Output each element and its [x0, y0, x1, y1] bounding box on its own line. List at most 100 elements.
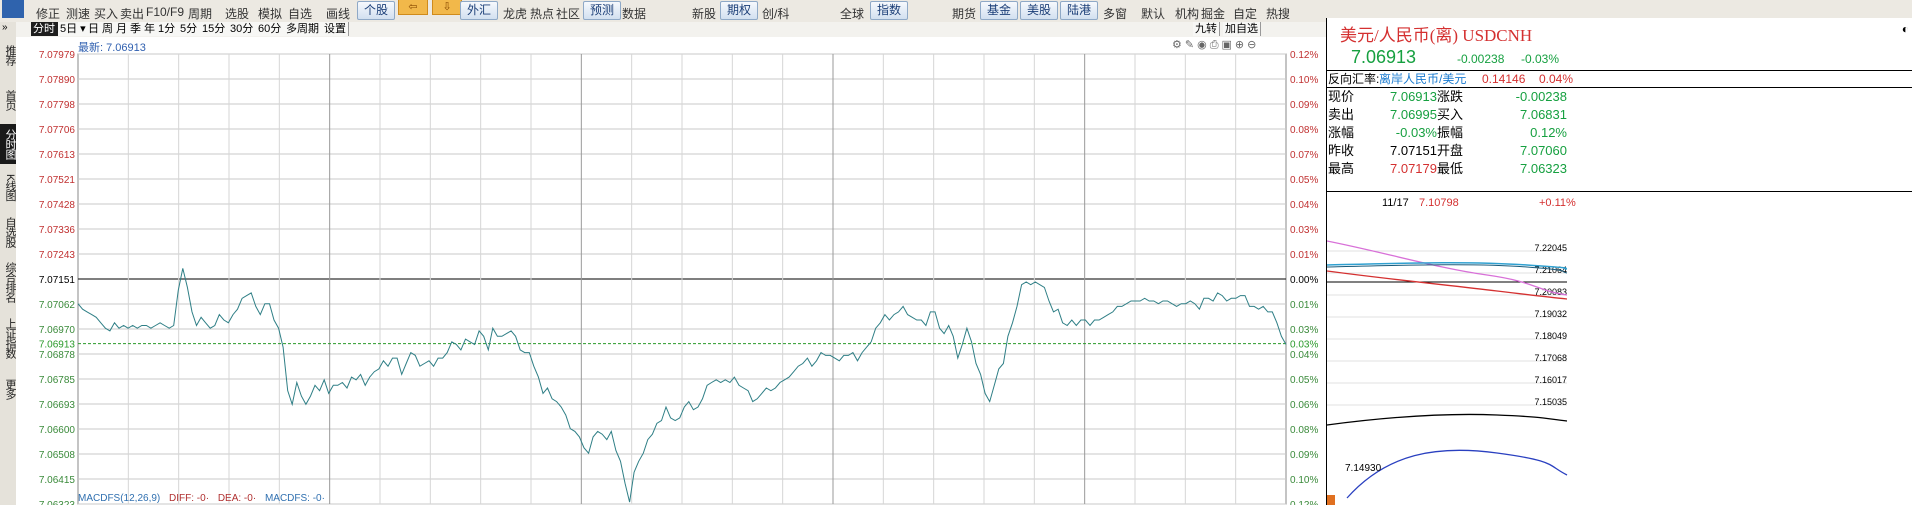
toolbar-item-22[interactable]: 自定 — [1233, 5, 1257, 22]
toolbar-item-23[interactable]: 热搜 — [1266, 5, 1290, 22]
reverse-rate-pair[interactable]: 离岸人民币/美元 — [1379, 71, 1466, 87]
draw-icon[interactable]: ✎ — [1185, 39, 1197, 51]
tab-1[interactable]: 5日 ▾ — [58, 22, 87, 36]
tab-right-1[interactable]: 加自选 — [1223, 22, 1261, 36]
quote-label: 昨收 — [1328, 143, 1355, 158]
leftnav-item-5[interactable]: 综合排名 — [0, 257, 16, 307]
toolbar-button-2[interactable]: 预测 — [583, 1, 622, 20]
y-pct-tick-label: 0.12% — [1290, 50, 1318, 61]
eye-icon[interactable]: ◉ — [1197, 39, 1210, 51]
down-arrow-icon[interactable]: ⇩ — [432, 0, 462, 15]
tab-right-0[interactable]: 九转 — [1193, 22, 1220, 36]
panel-toggle-icon[interactable]: ◐ — [1902, 22, 1909, 36]
leftnav-item-1[interactable]: 首页 — [0, 86, 16, 114]
current-price-tick: 7.06913 — [39, 340, 76, 351]
toolbar-item-14[interactable]: 新股 — [692, 5, 716, 22]
leftnav-item-2[interactable]: 分时图 — [0, 124, 16, 164]
leftnav-item-0[interactable]: 推荐 — [0, 36, 16, 74]
tab-5[interactable]: 季 — [128, 22, 143, 36]
toolbar-item-5[interactable]: 周期 — [188, 5, 212, 22]
quote-value: 7.07179 — [1390, 161, 1437, 176]
toolbar-item-4[interactable]: F10/F9 — [146, 5, 184, 19]
leftnav-item-7[interactable]: 更多 — [0, 374, 16, 404]
toolbar-item-8[interactable]: 自选 — [288, 5, 312, 22]
toolbar-item-6[interactable]: 选股 — [225, 5, 249, 22]
y-tick-label: 7.07613 — [39, 150, 76, 161]
current-pct-tick: 0.03% — [1290, 340, 1318, 351]
y-pct-tick-label: 0.00% — [1290, 275, 1318, 286]
intraday-chart: 7.07979 0.12% 7.07890 0.10% 7.07798 0.09% 7.07… — [39, 50, 1319, 505]
toolbar-item-10[interactable]: 龙虎 — [503, 5, 527, 22]
toolbar-item-3[interactable]: 卖出 — [120, 5, 144, 22]
macd-indicator-header: MACDFS(12,26,9) DIFF: -0· DEA: -0· MACDF… — [78, 493, 331, 504]
toolbar-button-5[interactable]: 基金 — [980, 1, 1019, 20]
toolbar-item-2[interactable]: 买入 — [94, 5, 118, 22]
quote-row: 昨收 7.07151 开盘 7.07060 — [1327, 142, 1912, 160]
y-tick-label: 7.07706 — [39, 125, 76, 136]
tab-10[interactable]: 30分 — [228, 22, 257, 36]
toolbar-button-1[interactable]: 外汇 — [460, 1, 499, 20]
tab-3[interactable]: 周 — [100, 22, 115, 36]
tab-6[interactable]: 年 — [142, 22, 157, 36]
current-price: 7.06913 — [1351, 47, 1417, 67]
back-arrow-icon[interactable]: ⇦ — [398, 0, 428, 15]
toolbar-item-19[interactable]: 默认 — [1141, 5, 1165, 22]
tab-7[interactable]: 1分 — [156, 22, 179, 36]
toolbar-item-13[interactable]: 数据 — [622, 5, 646, 22]
tab-9[interactable]: 15分 — [200, 22, 229, 36]
chart-tools[interactable]: ⚙✎◉⎙▣⊕⊖ — [1172, 38, 1259, 52]
quote-value: 7.06323 — [1520, 161, 1567, 176]
tab-8[interactable]: 5分 — [178, 22, 201, 36]
toolbar-item-11[interactable]: 热点 — [530, 5, 554, 22]
quote-label: 开盘 — [1437, 143, 1464, 158]
tab-0[interactable]: 分时 — [31, 22, 59, 36]
tab-2[interactable]: 日 — [86, 22, 101, 36]
app-logo-icon[interactable] — [2, 0, 24, 18]
y-pct-tick-label: 0.08% — [1290, 425, 1318, 436]
toolbar-item-9[interactable]: 画线 — [326, 5, 350, 22]
toolbar-item-21[interactable]: 掘金 — [1201, 5, 1225, 22]
zoom-in-icon[interactable]: ⊕ — [1235, 39, 1247, 51]
leftnav-item-6[interactable]: 上证指数 — [0, 312, 16, 364]
y-tick-label: 7.07062 — [39, 300, 76, 311]
y-tick-label: 7.06785 — [39, 375, 76, 386]
print-icon[interactable]: ⎙ — [1210, 39, 1222, 51]
toolbar-button-3[interactable]: 期权 — [720, 1, 759, 20]
toolbar-item-18[interactable]: 多窗 — [1103, 5, 1127, 22]
tab-13[interactable]: 设置 — [322, 22, 349, 36]
toolbar-item-0[interactable]: 修正 — [36, 5, 60, 22]
quote-label: 最低 — [1437, 161, 1464, 176]
leftnav-item-4[interactable]: 自选股 — [0, 212, 16, 252]
toolbar-button-6[interactable]: 美股 — [1020, 1, 1059, 20]
latest-price-label: 最新: 7.06913 — [78, 42, 146, 54]
toolbar-item-12[interactable]: 社区 — [556, 5, 580, 22]
tab-11[interactable]: 60分 — [256, 22, 285, 36]
toolbar-item-7[interactable]: 模拟 — [258, 5, 282, 22]
toolbar-item-1[interactable]: 测速 — [66, 5, 90, 22]
toolbar-button-4[interactable]: 指数 — [870, 1, 909, 20]
y-pct-tick-label: 0.01% — [1290, 300, 1318, 311]
toolbar-item-15[interactable]: 创/科 — [762, 5, 789, 22]
toolbar-item-17[interactable]: 期货 — [952, 5, 976, 22]
toolbar-button-7[interactable]: 陆港 — [1060, 1, 1099, 20]
tab-12[interactable]: 多周期 — [284, 22, 323, 36]
tab-4[interactable]: 月 — [114, 22, 129, 36]
toolbar-button-0[interactable]: 个股 — [357, 1, 396, 20]
macd-dea: DEA: -0· — [217, 493, 257, 504]
quote-label: 卖出 — [1328, 107, 1355, 122]
zoom-out-icon[interactable]: ⊖ — [1247, 39, 1259, 51]
lock-icon[interactable]: ▣ — [1222, 39, 1235, 51]
y-pct-tick-label: 0.03% — [1290, 325, 1318, 336]
y-pct-tick-label: 0.09% — [1290, 100, 1318, 111]
mini-date: 11/17 — [1382, 197, 1409, 209]
y-pct-tick-label: 0.06% — [1290, 400, 1318, 411]
expand-icon[interactable]: » — [2, 22, 8, 33]
y-tick-label: 7.06600 — [39, 425, 76, 436]
quote-label: 振幅 — [1437, 125, 1464, 140]
settings-icon[interactable]: ⚙ — [1172, 39, 1185, 51]
toolbar-item-16[interactable]: 全球 — [840, 5, 864, 22]
leftnav-item-3[interactable]: K线图 — [0, 167, 16, 207]
quote-label: 最高 — [1328, 161, 1355, 176]
toolbar-item-20[interactable]: 机构 — [1175, 5, 1199, 22]
y-pct-tick-label: 0.10% — [1290, 475, 1318, 486]
